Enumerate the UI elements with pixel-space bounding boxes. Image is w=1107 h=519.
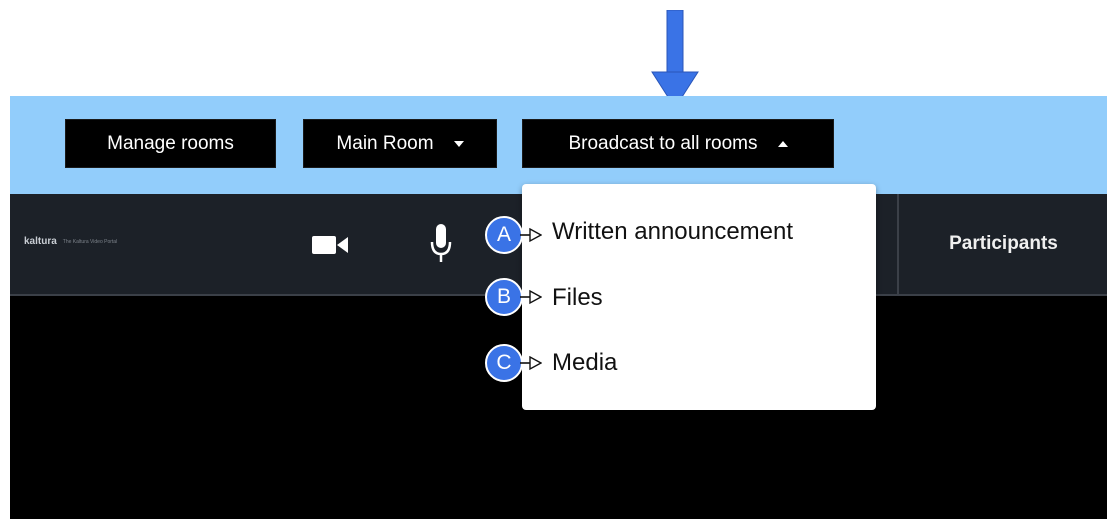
broadcast-label: Broadcast to all rooms [568, 132, 758, 154]
callout-c: C [485, 344, 547, 384]
caret-down-icon [453, 140, 464, 147]
main-room-dropdown[interactable]: Main Room [303, 119, 497, 168]
caret-up-icon [777, 140, 788, 147]
callout-pointer-icon [520, 227, 542, 243]
manage-rooms-button[interactable]: Manage rooms [65, 119, 276, 168]
broadcast-dropdown[interactable]: Broadcast to all rooms [522, 119, 834, 168]
callout-a: A [485, 216, 547, 256]
callout-pointer-icon [520, 289, 542, 305]
logo-brand: kaltura [24, 236, 57, 247]
broadcast-menu: Written announcement Files Media [522, 184, 876, 410]
menu-item-written-announcement[interactable]: Written announcement [552, 218, 793, 246]
menu-item-media[interactable]: Media [552, 349, 617, 377]
callout-pointer-icon [520, 355, 542, 371]
menu-item-label: Media [552, 349, 618, 376]
callout-badge: A [485, 216, 523, 254]
callout-badge: C [485, 344, 523, 382]
callout-badge: B [485, 278, 523, 316]
toolbar-divider [897, 194, 899, 294]
room-controls-bar: Manage rooms Main Room Broadcast to all … [10, 96, 1107, 194]
menu-item-label: Written announcement [552, 218, 794, 245]
callout-b: B [485, 278, 547, 318]
main-room-label: Main Room [336, 132, 434, 154]
video-camera-icon[interactable] [312, 234, 348, 256]
participants-label: Participants [949, 233, 1058, 254]
participants-tab[interactable]: Participants [900, 194, 1107, 294]
manage-rooms-label: Manage rooms [107, 132, 234, 154]
menu-item-label: Files [552, 284, 603, 311]
indicator-arrow [651, 10, 699, 109]
menu-item-files[interactable]: Files [552, 284, 603, 312]
kaltura-logo: kaltura The Kaltura Video Portal [24, 236, 117, 247]
logo-tagline: The Kaltura Video Portal [62, 238, 118, 245]
microphone-icon[interactable] [430, 224, 452, 264]
